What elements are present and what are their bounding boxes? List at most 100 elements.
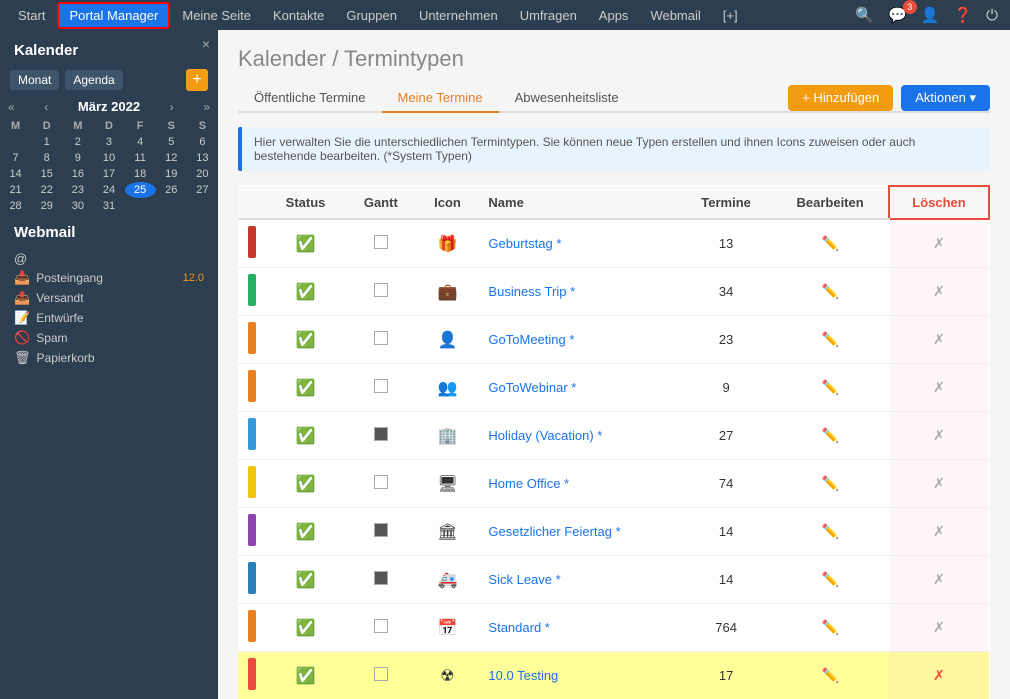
calendar-day[interactable]: 19 bbox=[156, 166, 187, 182]
row-name[interactable]: Standard * bbox=[478, 604, 680, 652]
calendar-day[interactable]: 31 bbox=[93, 198, 124, 214]
row-delete[interactable]: ✗ bbox=[889, 604, 989, 652]
calendar-day[interactable]: 26 bbox=[156, 182, 187, 198]
row-name[interactable]: Geburtstag * bbox=[478, 219, 680, 268]
calendar-day[interactable]: 13 bbox=[187, 150, 218, 166]
edit-icon[interactable]: ✏️ bbox=[822, 523, 839, 539]
calendar-day[interactable]: 21 bbox=[0, 182, 31, 198]
calendar-day[interactable]: 7 bbox=[0, 150, 31, 166]
row-edit[interactable]: ✏️ bbox=[772, 508, 889, 556]
gantt-checkbox[interactable] bbox=[374, 619, 388, 633]
row-gantt[interactable] bbox=[345, 219, 416, 268]
row-delete[interactable]: ✗ bbox=[889, 556, 989, 604]
nav-kontakte[interactable]: Kontakte bbox=[263, 4, 334, 27]
tab-meine-termine[interactable]: Meine Termine bbox=[382, 84, 499, 113]
delete-icon-disabled[interactable]: ✗ bbox=[933, 523, 945, 539]
calendar-day[interactable]: 10 bbox=[93, 150, 124, 166]
webmail-at[interactable]: @ bbox=[14, 249, 204, 268]
row-gantt[interactable] bbox=[345, 268, 416, 316]
next-next-month-button[interactable]: » bbox=[203, 100, 210, 114]
row-name[interactable]: Business Trip * bbox=[478, 268, 680, 316]
nav-meine-seite[interactable]: Meine Seite bbox=[172, 4, 261, 27]
row-delete[interactable]: ✗ bbox=[889, 364, 989, 412]
row-name-link[interactable]: GoToWebinar * bbox=[488, 380, 576, 395]
next-month-button[interactable]: › bbox=[170, 100, 174, 114]
nav-webmail[interactable]: Webmail bbox=[640, 4, 710, 27]
row-name-link[interactable]: Geburtstag * bbox=[488, 236, 561, 251]
row-name[interactable]: 10.0 Testing bbox=[478, 652, 680, 699]
notifications-badge[interactable]: 💬 3 bbox=[884, 4, 911, 26]
delete-icon-disabled[interactable]: ✗ bbox=[933, 619, 945, 635]
row-gantt[interactable] bbox=[345, 652, 416, 699]
gantt-checkbox[interactable] bbox=[374, 571, 388, 585]
calendar-day[interactable]: 18 bbox=[125, 166, 156, 182]
row-delete[interactable]: ✗ bbox=[889, 460, 989, 508]
row-edit[interactable]: ✏️ bbox=[772, 219, 889, 268]
row-name[interactable]: GoToWebinar * bbox=[478, 364, 680, 412]
calendar-day[interactable]: 29 bbox=[31, 198, 62, 214]
edit-icon[interactable]: ✏️ bbox=[822, 379, 839, 395]
delete-icon-disabled[interactable]: ✗ bbox=[933, 379, 945, 395]
row-gantt[interactable] bbox=[345, 316, 416, 364]
nav-start[interactable]: Start bbox=[8, 4, 55, 27]
gantt-checkbox[interactable] bbox=[374, 475, 388, 489]
webmail-entwurfe[interactable]: 📝 Entwürfe bbox=[14, 308, 204, 328]
add-calendar-event-button[interactable]: + bbox=[186, 69, 208, 91]
search-icon[interactable]: 🔍 bbox=[851, 4, 878, 26]
row-delete[interactable]: ✗ bbox=[889, 268, 989, 316]
edit-icon[interactable]: ✏️ bbox=[822, 619, 839, 635]
nav-gruppen[interactable]: Gruppen bbox=[336, 4, 407, 27]
row-edit[interactable]: ✏️ bbox=[772, 364, 889, 412]
row-gantt[interactable] bbox=[345, 364, 416, 412]
edit-icon[interactable]: ✏️ bbox=[822, 475, 839, 491]
delete-icon-disabled[interactable]: ✗ bbox=[933, 571, 945, 587]
delete-icon-disabled[interactable]: ✗ bbox=[933, 283, 945, 299]
nav-portal-manager[interactable]: Portal Manager bbox=[57, 2, 170, 29]
row-name[interactable]: Gesetzlicher Feiertag * bbox=[478, 508, 680, 556]
add-button[interactable]: + Hinzufügen bbox=[788, 85, 893, 111]
webmail-spam[interactable]: 🚫 Spam bbox=[14, 328, 204, 348]
calendar-day[interactable]: 16 bbox=[62, 166, 93, 182]
calendar-day[interactable]: 22 bbox=[31, 182, 62, 198]
row-name-link[interactable]: Home Office * bbox=[488, 476, 569, 491]
edit-icon[interactable]: ✏️ bbox=[822, 283, 839, 299]
calendar-day[interactable]: 3 bbox=[93, 134, 124, 150]
tab-abwesenheitsliste[interactable]: Abwesenheitsliste bbox=[499, 84, 635, 113]
row-name[interactable]: Sick Leave * bbox=[478, 556, 680, 604]
row-name-link[interactable]: Gesetzlicher Feiertag * bbox=[488, 524, 620, 539]
row-gantt[interactable] bbox=[345, 460, 416, 508]
monat-button[interactable]: Monat bbox=[10, 70, 59, 90]
gantt-checkbox[interactable] bbox=[374, 667, 388, 681]
delete-icon-disabled[interactable]: ✗ bbox=[933, 331, 945, 347]
row-name-link[interactable]: 10.0 Testing bbox=[488, 668, 558, 683]
calendar-day[interactable]: 28 bbox=[0, 198, 31, 214]
calendar-day[interactable]: 9 bbox=[62, 150, 93, 166]
row-name[interactable]: Home Office * bbox=[478, 460, 680, 508]
calendar-day[interactable]: 1 bbox=[31, 134, 62, 150]
prev-month-button[interactable]: ‹ bbox=[44, 100, 48, 114]
nav-apps[interactable]: Apps bbox=[589, 4, 639, 27]
row-delete[interactable]: ✗ bbox=[889, 412, 989, 460]
nav-plus[interactable]: [+] bbox=[713, 4, 748, 27]
actions-button[interactable]: Aktionen ▾ bbox=[901, 85, 990, 111]
row-name-link[interactable]: Holiday (Vacation) * bbox=[488, 428, 602, 443]
gantt-checkbox[interactable] bbox=[374, 523, 388, 537]
row-edit[interactable]: ✏️ bbox=[772, 268, 889, 316]
nav-umfragen[interactable]: Umfragen bbox=[510, 4, 587, 27]
calendar-day[interactable]: 27 bbox=[187, 182, 218, 198]
row-edit[interactable]: ✏️ bbox=[772, 556, 889, 604]
row-name-link[interactable]: Business Trip * bbox=[488, 284, 575, 299]
gantt-checkbox[interactable] bbox=[374, 427, 388, 441]
delete-icon-disabled[interactable]: ✗ bbox=[933, 427, 945, 443]
gantt-checkbox[interactable] bbox=[374, 379, 388, 393]
row-gantt[interactable] bbox=[345, 412, 416, 460]
row-edit[interactable]: ✏️ bbox=[772, 460, 889, 508]
row-delete[interactable]: ✗ bbox=[889, 316, 989, 364]
row-gantt[interactable] bbox=[345, 556, 416, 604]
row-delete[interactable]: ✗ bbox=[889, 219, 989, 268]
calendar-day[interactable]: 2 bbox=[62, 134, 93, 150]
row-name-link[interactable]: GoToMeeting * bbox=[488, 332, 574, 347]
row-delete[interactable]: ✗ bbox=[889, 508, 989, 556]
webmail-papierkorb[interactable]: 🗑 Papierkorb bbox=[14, 348, 204, 368]
nav-unternehmen[interactable]: Unternehmen bbox=[409, 4, 508, 27]
